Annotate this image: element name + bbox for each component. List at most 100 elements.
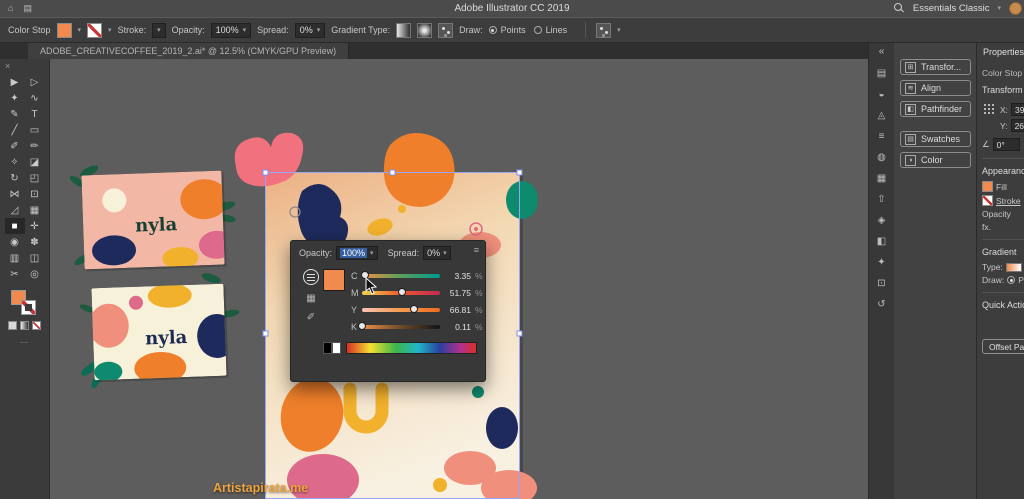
panel-button-pathfinder[interactable]: ◧Pathfinder [900, 101, 971, 117]
opacity-dropdown[interactable]: 100% ▾ [211, 23, 252, 38]
canvas[interactable]: nyla nyla [50, 59, 868, 499]
freeform-gradient-button[interactable] [438, 23, 453, 38]
chevron-down-icon[interactable]: ▾ [78, 27, 82, 34]
artboard-tool[interactable]: ◫ [25, 250, 45, 266]
magic-wand-tool[interactable]: ✦ [5, 90, 25, 106]
stroke-weight-dropdown[interactable]: ▾ [152, 23, 166, 38]
quick-action-button[interactable]: Offset Path [982, 339, 1024, 354]
panel-button-color[interactable]: ◑Color [900, 152, 971, 168]
draw-option-points[interactable]: Points [489, 25, 526, 35]
artboards-panel-icon[interactable]: ▦ [877, 168, 886, 189]
gradient-options-icon[interactable] [596, 23, 611, 38]
panel-spread-dropdown[interactable]: 0% ▾ [423, 246, 451, 260]
edit-toolbar-ellipsis[interactable]: … [0, 335, 49, 345]
eraser-tool[interactable]: ◪ [25, 154, 45, 170]
white-swatch[interactable] [332, 342, 341, 354]
document-tab[interactable]: ADOBE_CREATIVECOFFEE_2019_2.ai* @ 12.5% … [28, 43, 349, 59]
color-mixer-mode-icon[interactable] [303, 269, 319, 285]
search-icon[interactable] [894, 3, 905, 14]
color-panel-icon[interactable]: ◒ [878, 84, 884, 105]
links-panel-icon[interactable]: ⊡ [877, 273, 885, 294]
type-tool[interactable]: T [25, 106, 45, 122]
slider-value[interactable]: 66.81 [444, 305, 471, 315]
pencil-tool[interactable]: ✏ [25, 138, 45, 154]
spread-dropdown[interactable]: 0% ▾ [295, 23, 326, 38]
eyedropper-tool[interactable]: ✛ [25, 218, 45, 234]
opacity-label[interactable]: Opacity [982, 209, 1011, 219]
panel-button-transform[interactable]: ⊞Transfor... [900, 59, 971, 75]
selection-tool[interactable]: ▶ [5, 74, 25, 90]
panel-menu-icon[interactable]: ≡ [474, 245, 479, 255]
color-guide-panel-icon[interactable]: ◬ [878, 105, 886, 126]
draw-option-partial[interactable]: P [1018, 275, 1024, 285]
swatches-mode-icon[interactable]: ▦ [306, 294, 315, 304]
chevron-down-icon[interactable]: ▾ [617, 27, 621, 34]
selection-handle[interactable] [263, 331, 268, 336]
column-graph-tool[interactable]: ▥ [5, 250, 25, 266]
panel-opacity-dropdown[interactable]: 100% ▾ [336, 246, 378, 260]
zoom-tool[interactable]: ◎ [25, 266, 45, 282]
layers-panel-icon[interactable]: ◧ [877, 231, 886, 252]
width-tool[interactable]: ⋈ [5, 186, 25, 202]
graphic-styles-panel-icon[interactable]: ◈ [878, 210, 886, 231]
draw-option-lines[interactable]: Lines [534, 25, 568, 35]
perspective-grid-tool[interactable]: ◿ [5, 202, 25, 218]
collapse-dock-icon[interactable]: « [879, 46, 885, 57]
app-home-icon[interactable]: ⌂ [8, 3, 13, 14]
free-transform-tool[interactable]: ⊡ [25, 186, 45, 202]
rectangle-tool[interactable]: ▭ [25, 122, 45, 138]
teal-blob[interactable] [506, 181, 538, 219]
card-logo[interactable]: nyla [145, 327, 188, 349]
reference-point-icon[interactable] [984, 104, 986, 106]
stroke-well[interactable] [21, 300, 36, 315]
linear-gradient-button[interactable] [396, 23, 411, 38]
gradient-button[interactable] [20, 321, 29, 330]
slider-value[interactable]: 51.75 [444, 288, 471, 298]
user-avatar[interactable] [1009, 2, 1022, 15]
angle-input[interactable]: 0° [993, 138, 1020, 151]
radial-gradient-button[interactable] [417, 23, 432, 38]
libraries-panel-icon[interactable]: ▤ [877, 63, 886, 84]
history-panel-icon[interactable]: ↺ [877, 294, 885, 315]
stroke-swatch[interactable] [982, 195, 993, 206]
mesh-tool[interactable]: ▦ [25, 202, 45, 218]
k-slider-track[interactable] [362, 325, 440, 329]
slider-value[interactable]: 0.11 [444, 322, 471, 332]
stroke-panel-icon[interactable]: ≡ [879, 126, 885, 147]
slider-thumb[interactable] [410, 305, 418, 313]
asset-export-panel-icon[interactable]: ⇧ [877, 189, 885, 210]
close-icon[interactable]: × [5, 61, 10, 71]
panel-button-align[interactable]: ≋Align [900, 80, 971, 96]
selection-handle[interactable] [517, 331, 522, 336]
paintbrush-tool[interactable]: ✐ [5, 138, 25, 154]
stroke-label[interactable]: Stroke [996, 196, 1021, 206]
direct-selection-tool[interactable]: ▷ [25, 74, 45, 90]
eyedropper-icon[interactable]: ✐ [307, 313, 315, 323]
slice-tool[interactable]: ✂ [5, 266, 25, 282]
card-logo[interactable]: nyla [135, 214, 178, 236]
selection-handle[interactable] [390, 170, 395, 175]
leaf-shape[interactable] [200, 271, 221, 285]
chevron-down-icon[interactable]: ▾ [108, 27, 112, 34]
business-card-2[interactable]: nyla [76, 270, 243, 390]
teal-dot[interactable] [472, 386, 484, 398]
slider-value[interactable]: 3.35 [444, 271, 471, 281]
selection-handle[interactable] [517, 170, 522, 175]
stroke-color-swatch[interactable] [87, 23, 102, 38]
radio-icon[interactable] [1007, 276, 1015, 284]
none-button[interactable] [32, 321, 41, 330]
menu-icon[interactable]: ▤ [23, 3, 32, 14]
y-slider-track[interactable] [362, 308, 440, 312]
rotate-tool[interactable]: ↻ [5, 170, 25, 186]
workspace-switcher[interactable]: Essentials Classic [913, 3, 990, 14]
scale-tool[interactable]: ◰ [25, 170, 45, 186]
current-color-swatch[interactable] [323, 269, 345, 291]
slider-thumb[interactable] [398, 288, 406, 296]
selection-handle[interactable] [263, 170, 268, 175]
fill-swatch[interactable] [982, 181, 993, 192]
gradient-tool[interactable]: ■ [5, 218, 25, 234]
symbols-panel-icon[interactable]: ✦ [877, 252, 885, 273]
navy-oval[interactable] [486, 407, 518, 449]
business-card-1[interactable]: nyla [68, 158, 239, 273]
shaper-tool[interactable]: ✧ [5, 154, 25, 170]
